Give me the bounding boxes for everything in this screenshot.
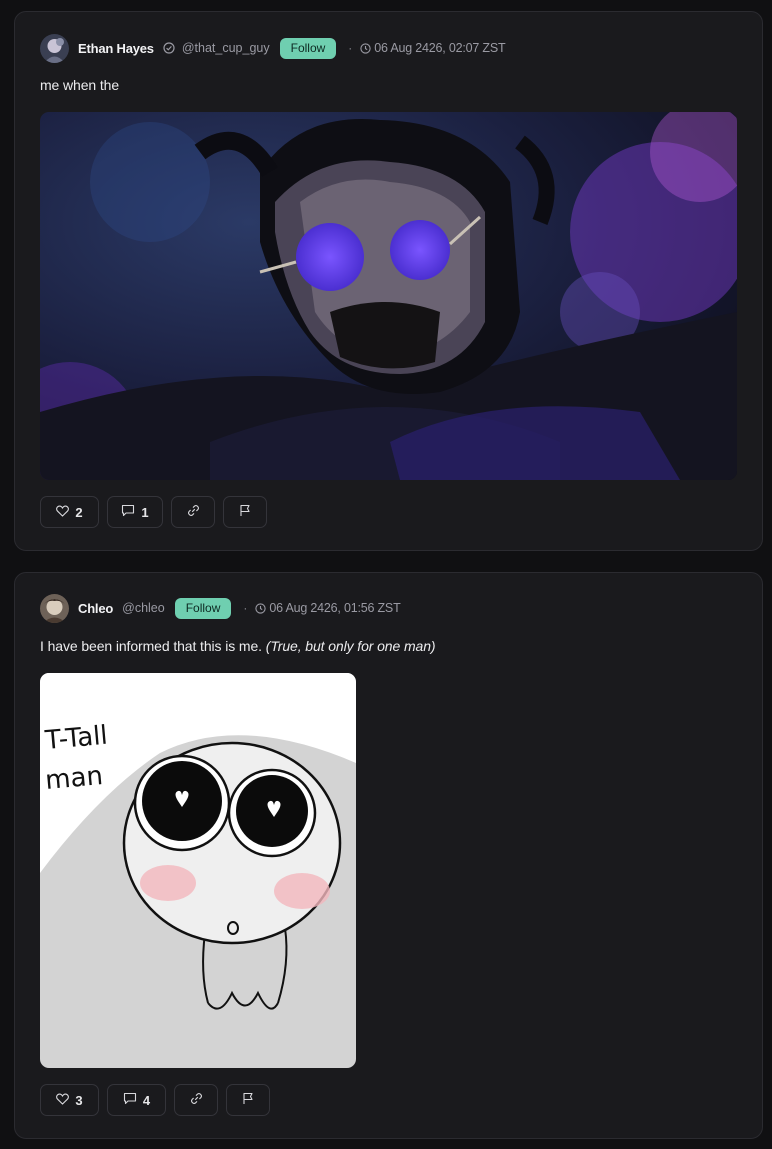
copy-link-button[interactable] — [171, 496, 215, 528]
author-name[interactable]: Chleo — [78, 601, 113, 616]
post-image[interactable] — [40, 112, 737, 480]
post-header: Ethan Hayes @that_cup_guy Follow · 06 Au… — [40, 33, 506, 63]
separator-dot: · — [348, 41, 353, 55]
post-text-main: I have been informed that this is me. — [40, 638, 262, 654]
report-button[interactable] — [223, 496, 267, 528]
drawing-text-line1: T-Tall — [43, 721, 109, 756]
post-actions: 2 1 — [40, 496, 267, 528]
feed: Ethan Hayes @that_cup_guy Follow · 06 Au… — [0, 0, 772, 1149]
comment-button[interactable]: 1 — [107, 496, 163, 528]
post-header: Chleo @chleo Follow · 06 Aug 2426, 01:56… — [40, 593, 401, 623]
separator-dot: · — [243, 601, 248, 615]
heart-icon — [56, 505, 70, 520]
comment-button[interactable]: 4 — [107, 1084, 166, 1116]
comment-count: 1 — [141, 504, 149, 520]
post-image[interactable]: T-Tall man — [40, 673, 356, 1068]
post-timestamp[interactable]: 06 Aug 2426, 02:07 ZST — [374, 41, 505, 55]
post-text-main: me when the — [40, 77, 120, 93]
clock-icon — [360, 42, 371, 54]
comment-icon — [123, 1092, 137, 1108]
author-handle[interactable]: @that_cup_guy — [182, 41, 270, 55]
report-button[interactable] — [226, 1084, 270, 1116]
post-card: Ethan Hayes @that_cup_guy Follow · 06 Au… — [14, 11, 763, 551]
heart-icon — [56, 1093, 70, 1108]
post-text-italic: (True, but only for one man) — [265, 638, 436, 654]
like-button[interactable]: 2 — [40, 496, 99, 528]
avatar[interactable] — [40, 33, 69, 63]
post-timestamp[interactable]: 06 Aug 2426, 01:56 ZST — [269, 601, 400, 615]
post-text: I have been informed that this is me. (T… — [40, 638, 436, 654]
flag-icon — [242, 1092, 254, 1108]
comment-icon — [121, 504, 135, 520]
post-card: Chleo @chleo Follow · 06 Aug 2426, 01:56… — [14, 572, 763, 1139]
follow-button[interactable]: Follow — [174, 597, 232, 619]
drawing-text-line2: man — [44, 761, 104, 796]
author-handle[interactable]: @chleo — [122, 601, 165, 615]
flag-icon — [239, 504, 251, 520]
link-icon — [187, 504, 200, 520]
avatar[interactable] — [40, 593, 69, 623]
like-button[interactable]: 3 — [40, 1084, 99, 1116]
post-actions: 3 4 — [40, 1084, 270, 1116]
clock-icon — [255, 602, 267, 614]
link-icon — [190, 1092, 203, 1108]
verified-icon — [163, 42, 175, 54]
like-count: 2 — [75, 504, 83, 520]
post-text: me when the — [40, 77, 119, 93]
author-name[interactable]: Ethan Hayes — [78, 41, 154, 56]
follow-button[interactable]: Follow — [279, 37, 337, 59]
copy-link-button[interactable] — [174, 1084, 218, 1116]
like-count: 3 — [75, 1092, 83, 1108]
comment-count: 4 — [142, 1092, 151, 1108]
